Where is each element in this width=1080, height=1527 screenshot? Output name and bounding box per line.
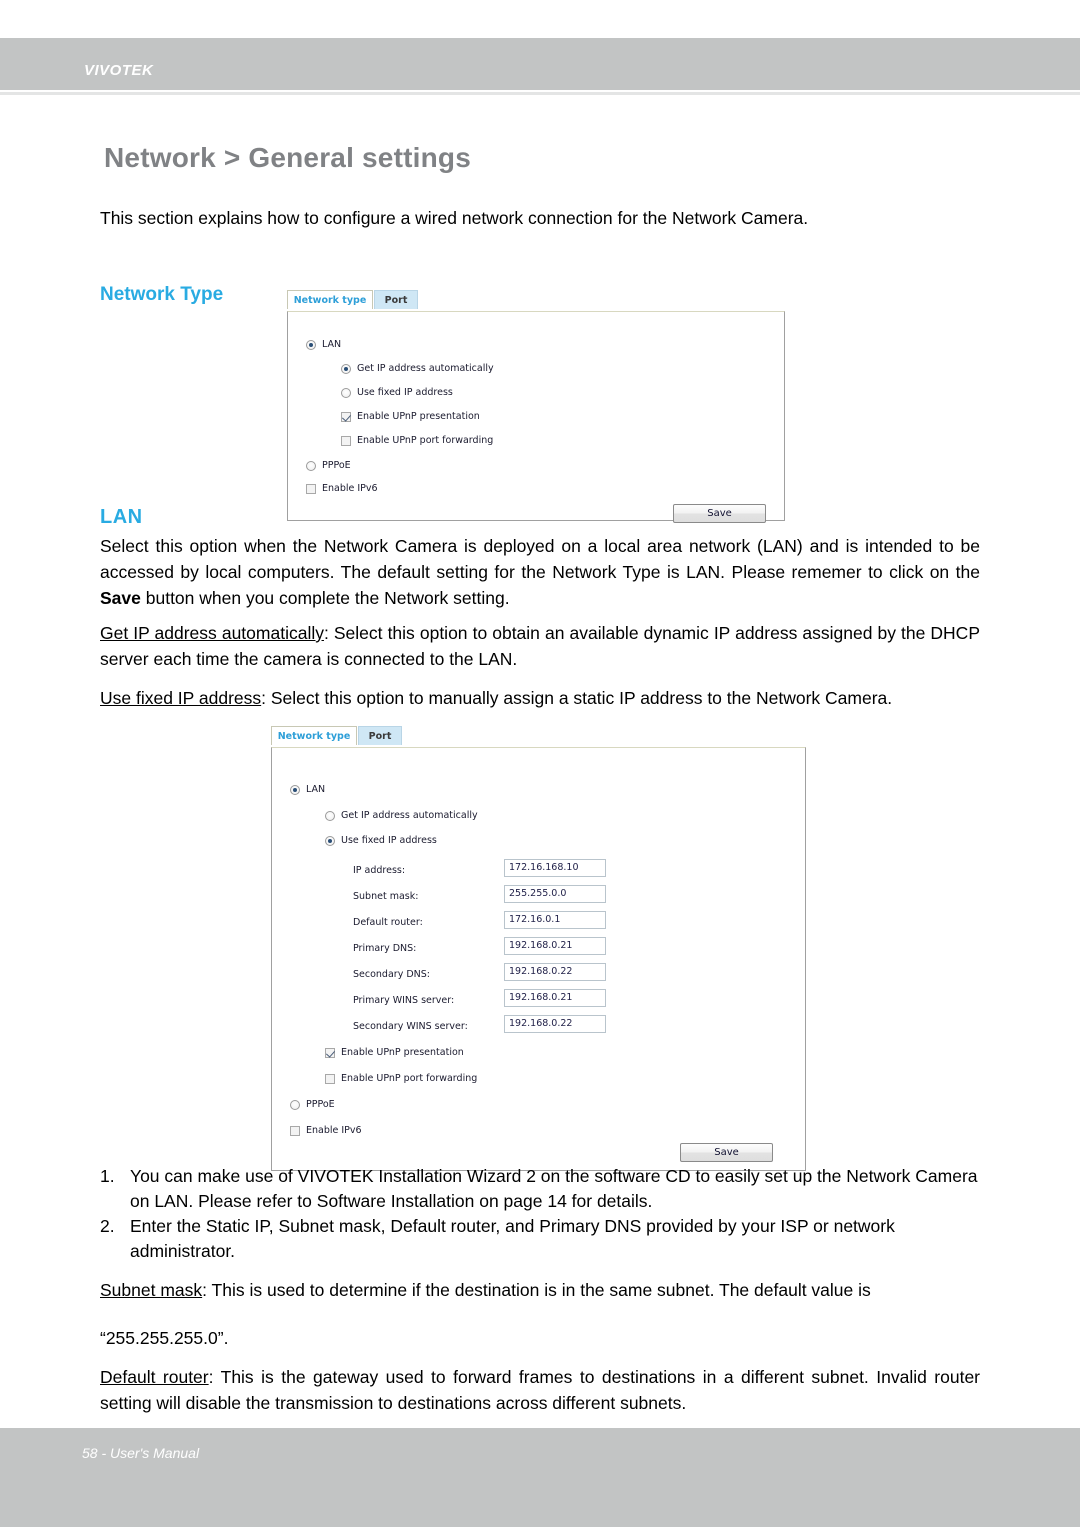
header-divider (0, 92, 1080, 95)
label-upnp-forwarding-a: Enable UPnP port forwarding (357, 435, 494, 446)
get-ip-term: Get IP address automatically (100, 623, 324, 643)
lan-heading: LAN (100, 506, 143, 528)
label-ipv6-b: Enable IPv6 (306, 1125, 362, 1136)
lan-paragraph-part2: button when you complete the Network set… (140, 588, 510, 608)
subnet-mask-term: Subnet mask (100, 1280, 203, 1300)
label-upnp-forwarding-b: Enable UPnP port forwarding (341, 1073, 478, 1084)
get-ip-paragraph: Get IP address automatically: Select thi… (100, 620, 980, 672)
radio-pppoe-b[interactable] (290, 1100, 300, 1110)
page-title: Network > General settings (104, 142, 471, 173)
label-lan-a: LAN (322, 339, 342, 350)
default-router-term: Default router (100, 1367, 209, 1387)
vivotek-logo: VIVOTEK (84, 62, 154, 79)
checkbox-ipv6-b[interactable] (290, 1126, 300, 1136)
label-lan-b: LAN (306, 784, 326, 795)
list-item-text: You can make use of VIVOTEK Installation… (130, 1166, 978, 1211)
save-button-b[interactable]: Save (680, 1143, 773, 1162)
label-subnet-mask: Subnet mask: (353, 891, 419, 902)
lan-paragraph-save-bold: Save (100, 588, 141, 608)
label-default-router: Default router: (353, 917, 423, 928)
radio-get-ip-auto-b[interactable] (325, 811, 335, 821)
label-upnp-presentation-b: Enable UPnP presentation (341, 1047, 464, 1058)
default-router-paragraph: Default router: This is the gateway used… (100, 1364, 980, 1416)
radio-lan-a[interactable] (306, 340, 316, 350)
input-subnet-mask[interactable]: 255.255.0.0 (504, 885, 606, 903)
input-secondary-wins-server[interactable]: 192.168.0.22 (504, 1015, 606, 1033)
subnet-mask-paragraph: Subnet mask: This is used to determine i… (100, 1277, 980, 1303)
radio-use-fixed-ip-a[interactable] (341, 388, 351, 398)
list-item: 1. You can make use of VIVOTEK Installat… (100, 1164, 980, 1214)
panel-body-b: LAN Get IP address automatically Use fix… (271, 747, 806, 1171)
page-footer-bar (0, 1428, 1080, 1527)
tab-strip-a: Network type Port (287, 290, 785, 311)
numbered-list: 1. You can make use of VIVOTEK Installat… (100, 1164, 980, 1264)
page-header-bar (0, 38, 1080, 90)
label-ipv6-a: Enable IPv6 (322, 483, 378, 494)
tab-port-a[interactable]: Port (374, 290, 418, 309)
screenshot-network-type-lan: Network type Port LAN Get IP address aut… (287, 290, 785, 523)
use-fixed-body: : Select this option to manually assign … (261, 688, 893, 708)
label-secondary-wins-server: Secondary WINS server: (353, 1021, 468, 1032)
list-item-number: 2. (100, 1216, 115, 1236)
radio-use-fixed-ip-b[interactable] (325, 836, 335, 846)
label-use-fixed-ip-a: Use fixed IP address (357, 387, 453, 398)
lan-paragraph-part1: Select this option when the Network Came… (100, 536, 980, 582)
footer-page-label: 58 - User's Manual (82, 1445, 200, 1461)
label-pppoe-a: PPPoE (322, 460, 351, 471)
checkbox-upnp-forwarding-a[interactable] (341, 436, 351, 446)
checkbox-upnp-forwarding-b[interactable] (325, 1074, 335, 1084)
network-type-heading: Network Type (100, 284, 224, 305)
label-get-ip-auto-a: Get IP address automatically (357, 363, 494, 374)
label-primary-wins-server: Primary WINS server: (353, 995, 455, 1006)
input-secondary-dns[interactable]: 192.168.0.22 (504, 963, 606, 981)
use-fixed-paragraph: Use fixed IP address: Select this option… (100, 685, 980, 711)
tab-port-b[interactable]: Port (358, 726, 402, 745)
input-default-router[interactable]: 172.16.0.1 (504, 911, 606, 929)
tab-strip-b: Network type Port (271, 726, 806, 747)
input-ip-address[interactable]: 172.16.168.10 (504, 859, 606, 877)
use-fixed-term: Use fixed IP address (100, 688, 262, 708)
radio-get-ip-auto-a[interactable] (341, 364, 351, 374)
radio-pppoe-a[interactable] (306, 461, 316, 471)
intro-paragraph: This section explains how to configure a… (100, 208, 809, 228)
label-upnp-presentation-a: Enable UPnP presentation (357, 411, 480, 422)
lan-paragraph: Select this option when the Network Came… (100, 533, 980, 611)
label-primary-dns: Primary DNS: (353, 943, 417, 954)
checkbox-upnp-presentation-b[interactable] (325, 1048, 335, 1058)
label-get-ip-auto-b: Get IP address automatically (341, 810, 478, 821)
tab-network-type-b[interactable]: Network type (271, 726, 357, 745)
label-secondary-dns: Secondary DNS: (353, 969, 430, 980)
save-button-a[interactable]: Save (673, 504, 766, 523)
radio-lan-b[interactable] (290, 785, 300, 795)
list-item-number: 1. (100, 1166, 115, 1186)
label-ip-address: IP address: (353, 865, 406, 876)
list-item-text: Enter the Static IP, Subnet mask, Defaul… (130, 1216, 895, 1261)
label-pppoe-b: PPPoE (306, 1099, 335, 1110)
checkbox-ipv6-a[interactable] (306, 484, 316, 494)
subnet-mask-value: “255.255.255.0”. (100, 1328, 229, 1348)
tab-network-type-a[interactable]: Network type (287, 290, 373, 309)
label-use-fixed-ip-b: Use fixed IP address (341, 835, 437, 846)
panel-body-a: LAN Get IP address automatically Use fix… (287, 311, 785, 523)
input-primary-wins-server[interactable]: 192.168.0.21 (504, 989, 606, 1007)
default-router-body: : This is the gateway used to forward fr… (100, 1367, 981, 1413)
checkbox-upnp-presentation-a[interactable] (341, 412, 351, 422)
list-item: 2. Enter the Static IP, Subnet mask, Def… (100, 1214, 980, 1264)
screenshot-network-type-fixed-ip: Network type Port LAN Get IP address aut… (271, 726, 806, 1171)
subnet-mask-body: : This is used to determine if the desti… (202, 1280, 871, 1300)
input-primary-dns[interactable]: 192.168.0.21 (504, 937, 606, 955)
